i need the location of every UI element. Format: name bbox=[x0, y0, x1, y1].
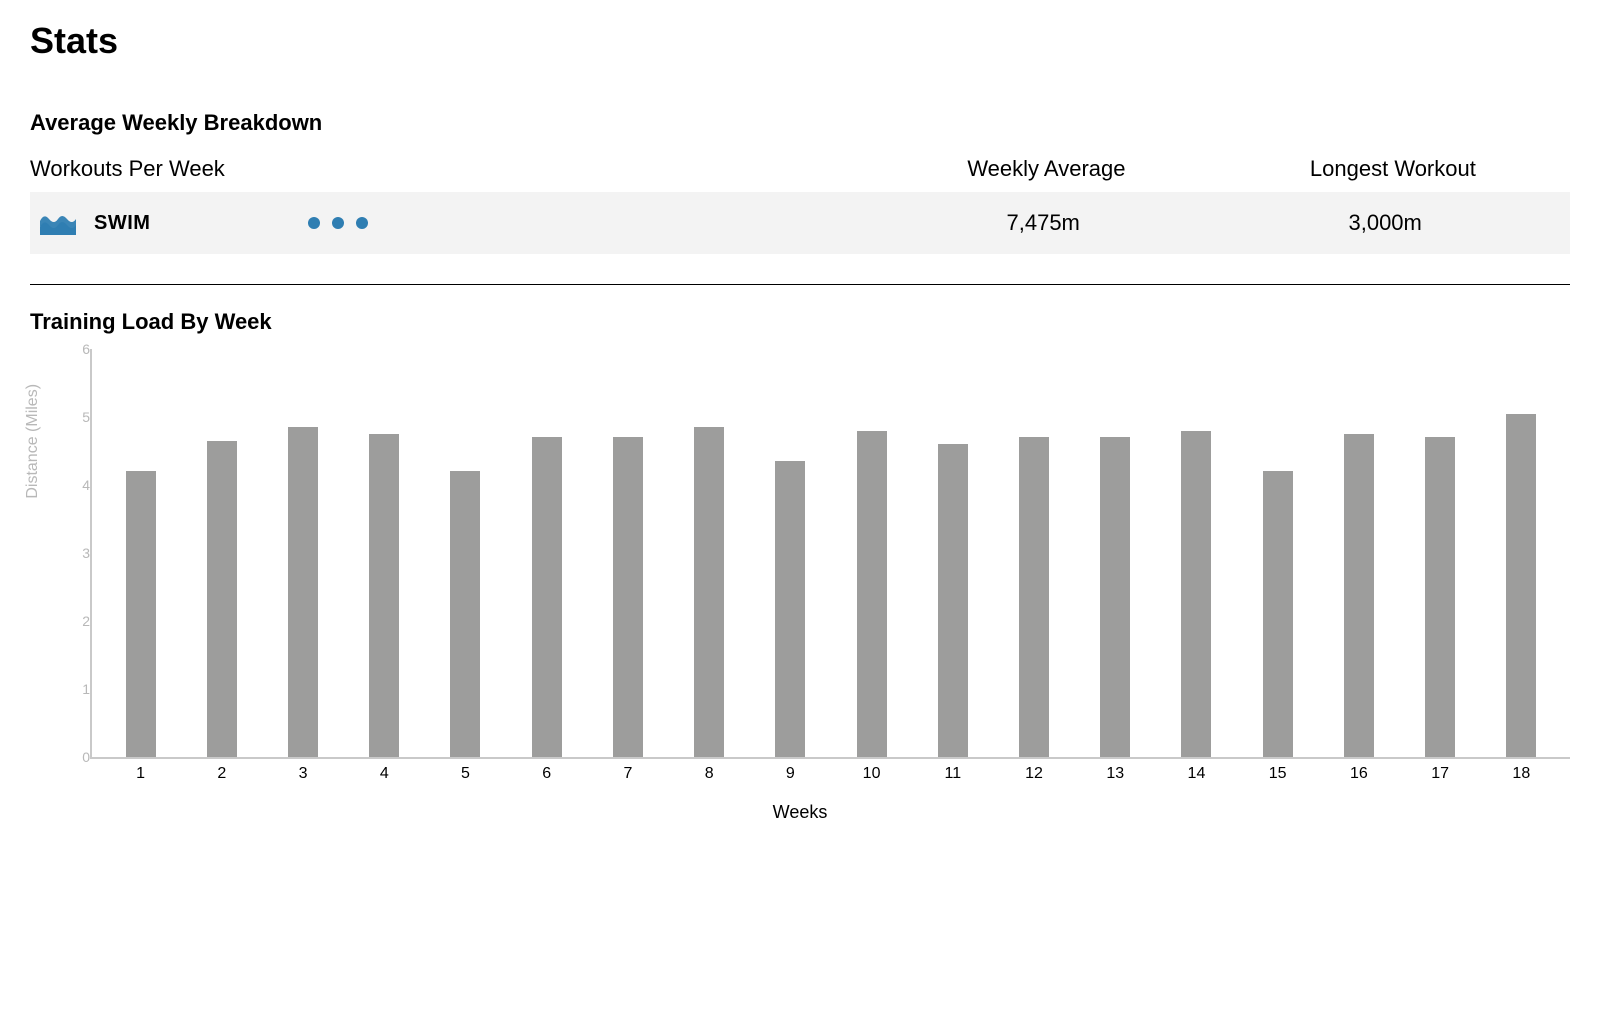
bar-slot: 10 bbox=[831, 349, 912, 757]
bar-slot: 3 bbox=[262, 349, 343, 757]
page-title: Stats bbox=[30, 20, 1570, 62]
x-tick-label: 4 bbox=[380, 765, 389, 783]
bar bbox=[288, 427, 318, 757]
x-tick-label: 12 bbox=[1025, 765, 1043, 783]
bar-slot: 5 bbox=[425, 349, 506, 757]
col-header-longest: Longest Workout bbox=[1216, 156, 1570, 182]
bar bbox=[1181, 431, 1211, 757]
breakdown-section-title: Average Weekly Breakdown bbox=[30, 110, 1570, 136]
x-tick-label: 9 bbox=[786, 765, 795, 783]
x-tick-label: 2 bbox=[217, 765, 226, 783]
bar bbox=[694, 427, 724, 757]
x-tick-label: 7 bbox=[623, 765, 632, 783]
bar-slot: 18 bbox=[1481, 349, 1562, 757]
bar bbox=[1344, 434, 1374, 757]
bar-slot: 11 bbox=[912, 349, 993, 757]
bar-slot: 13 bbox=[1075, 349, 1156, 757]
bar bbox=[126, 471, 156, 757]
bar-slot: 1 bbox=[100, 349, 181, 757]
bar-slot: 14 bbox=[1156, 349, 1237, 757]
chart-y-label: Distance (Miles) bbox=[24, 384, 42, 499]
y-tick-label: 3 bbox=[62, 545, 90, 561]
bar bbox=[613, 437, 643, 757]
x-tick-label: 3 bbox=[299, 765, 308, 783]
workout-dots bbox=[308, 217, 368, 229]
chart-plot-area: 0123456 123456789101112131415161718 bbox=[90, 349, 1570, 759]
x-tick-label: 14 bbox=[1188, 765, 1206, 783]
y-tick-label: 4 bbox=[62, 477, 90, 493]
y-tick-label: 1 bbox=[62, 681, 90, 697]
bar-slot: 17 bbox=[1400, 349, 1481, 757]
x-tick-label: 10 bbox=[863, 765, 881, 783]
y-tick-label: 0 bbox=[62, 749, 90, 765]
x-tick-label: 11 bbox=[944, 765, 961, 783]
load-section-title: Training Load By Week bbox=[30, 309, 1570, 335]
y-tick-label: 2 bbox=[62, 613, 90, 629]
bar-slot: 15 bbox=[1237, 349, 1318, 757]
x-tick-label: 15 bbox=[1269, 765, 1287, 783]
bar-slot: 12 bbox=[993, 349, 1074, 757]
workout-dot bbox=[332, 217, 344, 229]
swim-wave-icon bbox=[40, 211, 76, 235]
breakdown-header-row: Workouts Per Week Weekly Average Longest… bbox=[30, 150, 1570, 192]
bar bbox=[1506, 414, 1536, 757]
bar bbox=[775, 461, 805, 757]
col-header-weekly-avg: Weekly Average bbox=[877, 156, 1216, 182]
bar bbox=[1100, 437, 1130, 757]
longest-workout-value: 3,000m bbox=[1210, 210, 1560, 236]
workout-dot bbox=[356, 217, 368, 229]
bar-slot: 7 bbox=[587, 349, 668, 757]
x-tick-label: 6 bbox=[542, 765, 551, 783]
x-tick-label: 17 bbox=[1431, 765, 1449, 783]
bar bbox=[1263, 471, 1293, 757]
activity-label: SWIM bbox=[94, 212, 150, 235]
chart-x-label: Weeks bbox=[773, 802, 828, 823]
bar-slot: 4 bbox=[344, 349, 425, 757]
bar bbox=[938, 444, 968, 757]
bar bbox=[1019, 437, 1049, 757]
bar-slot: 9 bbox=[750, 349, 831, 757]
weekly-avg-value: 7,475m bbox=[876, 210, 1210, 236]
training-load-chart: Distance (Miles) 0123456 123456789101112… bbox=[30, 349, 1570, 819]
bar-slot: 2 bbox=[181, 349, 262, 757]
bar-slot: 6 bbox=[506, 349, 587, 757]
col-header-workouts: Workouts Per Week bbox=[30, 156, 877, 182]
x-tick-label: 5 bbox=[461, 765, 470, 783]
y-tick-label: 6 bbox=[62, 341, 90, 357]
section-divider bbox=[30, 284, 1570, 285]
bar-slot: 16 bbox=[1318, 349, 1399, 757]
bar bbox=[857, 431, 887, 757]
x-tick-label: 8 bbox=[705, 765, 714, 783]
bar bbox=[1425, 437, 1455, 757]
y-tick-label: 5 bbox=[62, 409, 90, 425]
bar bbox=[369, 434, 399, 757]
bar bbox=[532, 437, 562, 757]
x-tick-label: 16 bbox=[1350, 765, 1368, 783]
bar bbox=[450, 471, 480, 757]
breakdown-row-swim: SWIM 7,475m 3,000m bbox=[30, 192, 1570, 254]
x-tick-label: 1 bbox=[136, 765, 145, 783]
x-tick-label: 18 bbox=[1512, 765, 1530, 783]
x-tick-label: 13 bbox=[1106, 765, 1124, 783]
bar bbox=[207, 441, 237, 757]
bar-slot: 8 bbox=[669, 349, 750, 757]
workout-dot bbox=[308, 217, 320, 229]
